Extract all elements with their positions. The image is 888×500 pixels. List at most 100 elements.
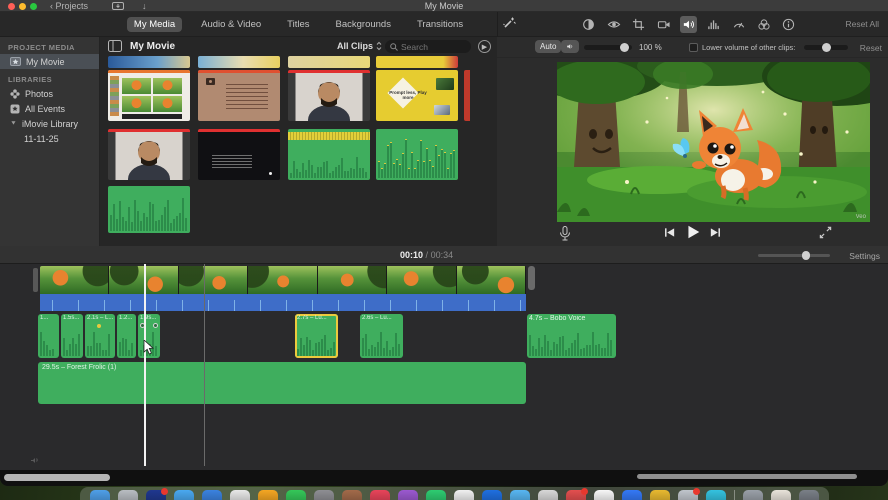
info-icon[interactable] — [780, 16, 797, 33]
auto-button[interactable]: Auto — [535, 40, 562, 53]
media-thumb-audio[interactable] — [376, 129, 458, 180]
volume-icon[interactable] — [680, 16, 697, 33]
dock-app-icon[interactable] — [594, 490, 614, 500]
audio-clip[interactable]: 2.1s – L... — [85, 314, 115, 358]
lower-volume-knob[interactable] — [822, 43, 831, 52]
skip-back-icon[interactable] — [663, 226, 676, 239]
dock-app-icon[interactable] — [650, 490, 670, 500]
mute-speaker-button[interactable] — [561, 40, 579, 53]
dock-app-icon[interactable] — [118, 490, 138, 500]
media-thumb-partial[interactable] — [376, 56, 458, 68]
horizontal-scrollbar-thumb[interactable] — [4, 474, 110, 481]
media-thumb-partial[interactable] — [464, 70, 470, 121]
media-thumb-slide[interactable]: Prompt less, Play more — [376, 70, 458, 121]
noise-reduction-icon[interactable] — [705, 16, 722, 33]
dock-app-icon[interactable] — [90, 490, 110, 500]
skip-forward-icon[interactable] — [709, 226, 722, 239]
reset-button[interactable]: Reset — [860, 43, 882, 53]
disclosure-chevron-icon[interactable]: ▼ — [10, 121, 17, 127]
volume-keyframe-dot[interactable] — [97, 324, 101, 328]
media-thumb-partial[interactable] — [108, 56, 190, 68]
crop-icon[interactable] — [630, 16, 647, 33]
timeline-zoom-knob[interactable] — [802, 251, 810, 260]
play-icon[interactable] — [685, 224, 701, 240]
fullscreen-icon[interactable] — [819, 226, 832, 239]
dock-app-icon[interactable] — [370, 490, 390, 500]
media-thumb-partial[interactable] — [288, 56, 370, 68]
dock-app-icon[interactable] — [510, 490, 530, 500]
volume-slider[interactable] — [584, 43, 632, 52]
search-input[interactable] — [401, 41, 461, 52]
tab-transitions[interactable]: Transitions — [410, 17, 470, 32]
preview-viewer[interactable]: Veo — [557, 62, 870, 222]
timeline-zoom-slider[interactable] — [758, 251, 830, 260]
filmstrip-frame[interactable] — [317, 266, 388, 294]
clip-trim-handle[interactable] — [528, 266, 535, 290]
playhead[interactable] — [144, 264, 146, 466]
dock-app-icon[interactable] — [286, 490, 306, 500]
media-thumb-webcam[interactable] — [108, 129, 190, 180]
timeline[interactable]: 1... 1.5s... 2.1s – L... 1.2... 1.9s... — [0, 264, 888, 470]
dock-app-icon[interactable] — [342, 490, 362, 500]
dock-app-icon[interactable] — [678, 488, 700, 500]
filmstrip-frame[interactable] — [248, 266, 318, 294]
dock-app-icon[interactable] — [799, 490, 819, 500]
audio-clip[interactable]: 2.6s – Lu... — [360, 314, 403, 358]
dock-app-icon[interactable] — [314, 490, 334, 500]
filmstrip-frame[interactable] — [387, 266, 457, 294]
dock-app-icon[interactable] — [566, 488, 588, 500]
clip-filter-icon[interactable] — [755, 16, 772, 33]
dock-app-icon[interactable] — [482, 490, 502, 500]
sidebar-item-event-date[interactable]: 11-11-25 — [0, 131, 99, 146]
dock-app-icon[interactable] — [174, 490, 194, 500]
media-thumb-partial[interactable] — [198, 56, 280, 68]
media-thumb-audio[interactable] — [288, 129, 370, 180]
continue-circle-icon[interactable]: ▶ — [478, 40, 491, 53]
media-thumb-document[interactable] — [198, 70, 280, 121]
search-field[interactable] — [385, 40, 471, 53]
audio-clip[interactable]: 1.5s... — [61, 314, 83, 358]
color-correction-icon[interactable] — [605, 16, 622, 33]
tab-my-media[interactable]: My Media — [126, 17, 183, 32]
settings-button[interactable]: Settings — [849, 251, 880, 261]
lower-volume-slider[interactable] — [804, 43, 848, 52]
microphone-icon[interactable] — [559, 226, 571, 241]
dock-app-icon[interactable] — [202, 490, 222, 500]
sidebar-item-photos[interactable]: Photos — [0, 86, 99, 101]
audio-clip-selected[interactable]: 2.7s – Lu... — [295, 314, 338, 358]
filmstrip[interactable] — [40, 266, 526, 294]
media-thumb-terminal[interactable] — [198, 129, 280, 180]
tab-audio-video[interactable]: Audio & Video — [194, 17, 268, 32]
sidebar-item-imovie-library[interactable]: ▼ iMovie Library — [0, 116, 99, 131]
dock-app-icon[interactable] — [258, 490, 278, 500]
dock-app-icon[interactable] — [706, 490, 726, 500]
video-audio-track[interactable] — [40, 294, 526, 311]
color-balance-icon[interactable] — [580, 16, 597, 33]
music-clip[interactable]: 29.5s – Forest Frolic (1) — [38, 362, 526, 404]
dock-app-icon[interactable] — [146, 488, 168, 500]
fade-handle[interactable] — [153, 323, 158, 328]
sidebar-item-my-movie[interactable]: My Movie — [0, 54, 99, 69]
volume-slider-knob[interactable] — [620, 43, 629, 52]
audio-clip[interactable]: 1... — [38, 314, 59, 358]
filmstrip-frame[interactable] — [40, 266, 110, 294]
lower-volume-checkbox[interactable] — [689, 43, 698, 52]
clip-trim-handle[interactable] — [33, 268, 38, 292]
horizontal-scrollbar-thumb[interactable] — [637, 474, 857, 479]
media-thumb-webcam[interactable] — [288, 70, 370, 121]
dock-app-icon[interactable] — [426, 490, 446, 500]
enhance-wand-icon[interactable] — [502, 16, 516, 30]
audio-clip[interactable]: 4.7s – Bobo Voice — [527, 314, 616, 358]
dock-app-icon[interactable] — [230, 490, 250, 500]
stabilization-icon[interactable] — [655, 16, 672, 33]
filmstrip-frame[interactable] — [456, 266, 526, 294]
dock-app-icon[interactable] — [743, 490, 763, 500]
tab-titles[interactable]: Titles — [280, 17, 316, 32]
media-thumb-audio[interactable] — [108, 186, 190, 233]
reset-all-button[interactable]: Reset All — [845, 19, 879, 29]
dock-app-icon[interactable] — [454, 490, 474, 500]
tab-backgrounds[interactable]: Backgrounds — [329, 17, 398, 32]
dock-app-icon[interactable] — [771, 490, 791, 500]
dock-app-icon[interactable] — [538, 490, 558, 500]
media-thumb-screenshot[interactable] — [108, 70, 190, 121]
